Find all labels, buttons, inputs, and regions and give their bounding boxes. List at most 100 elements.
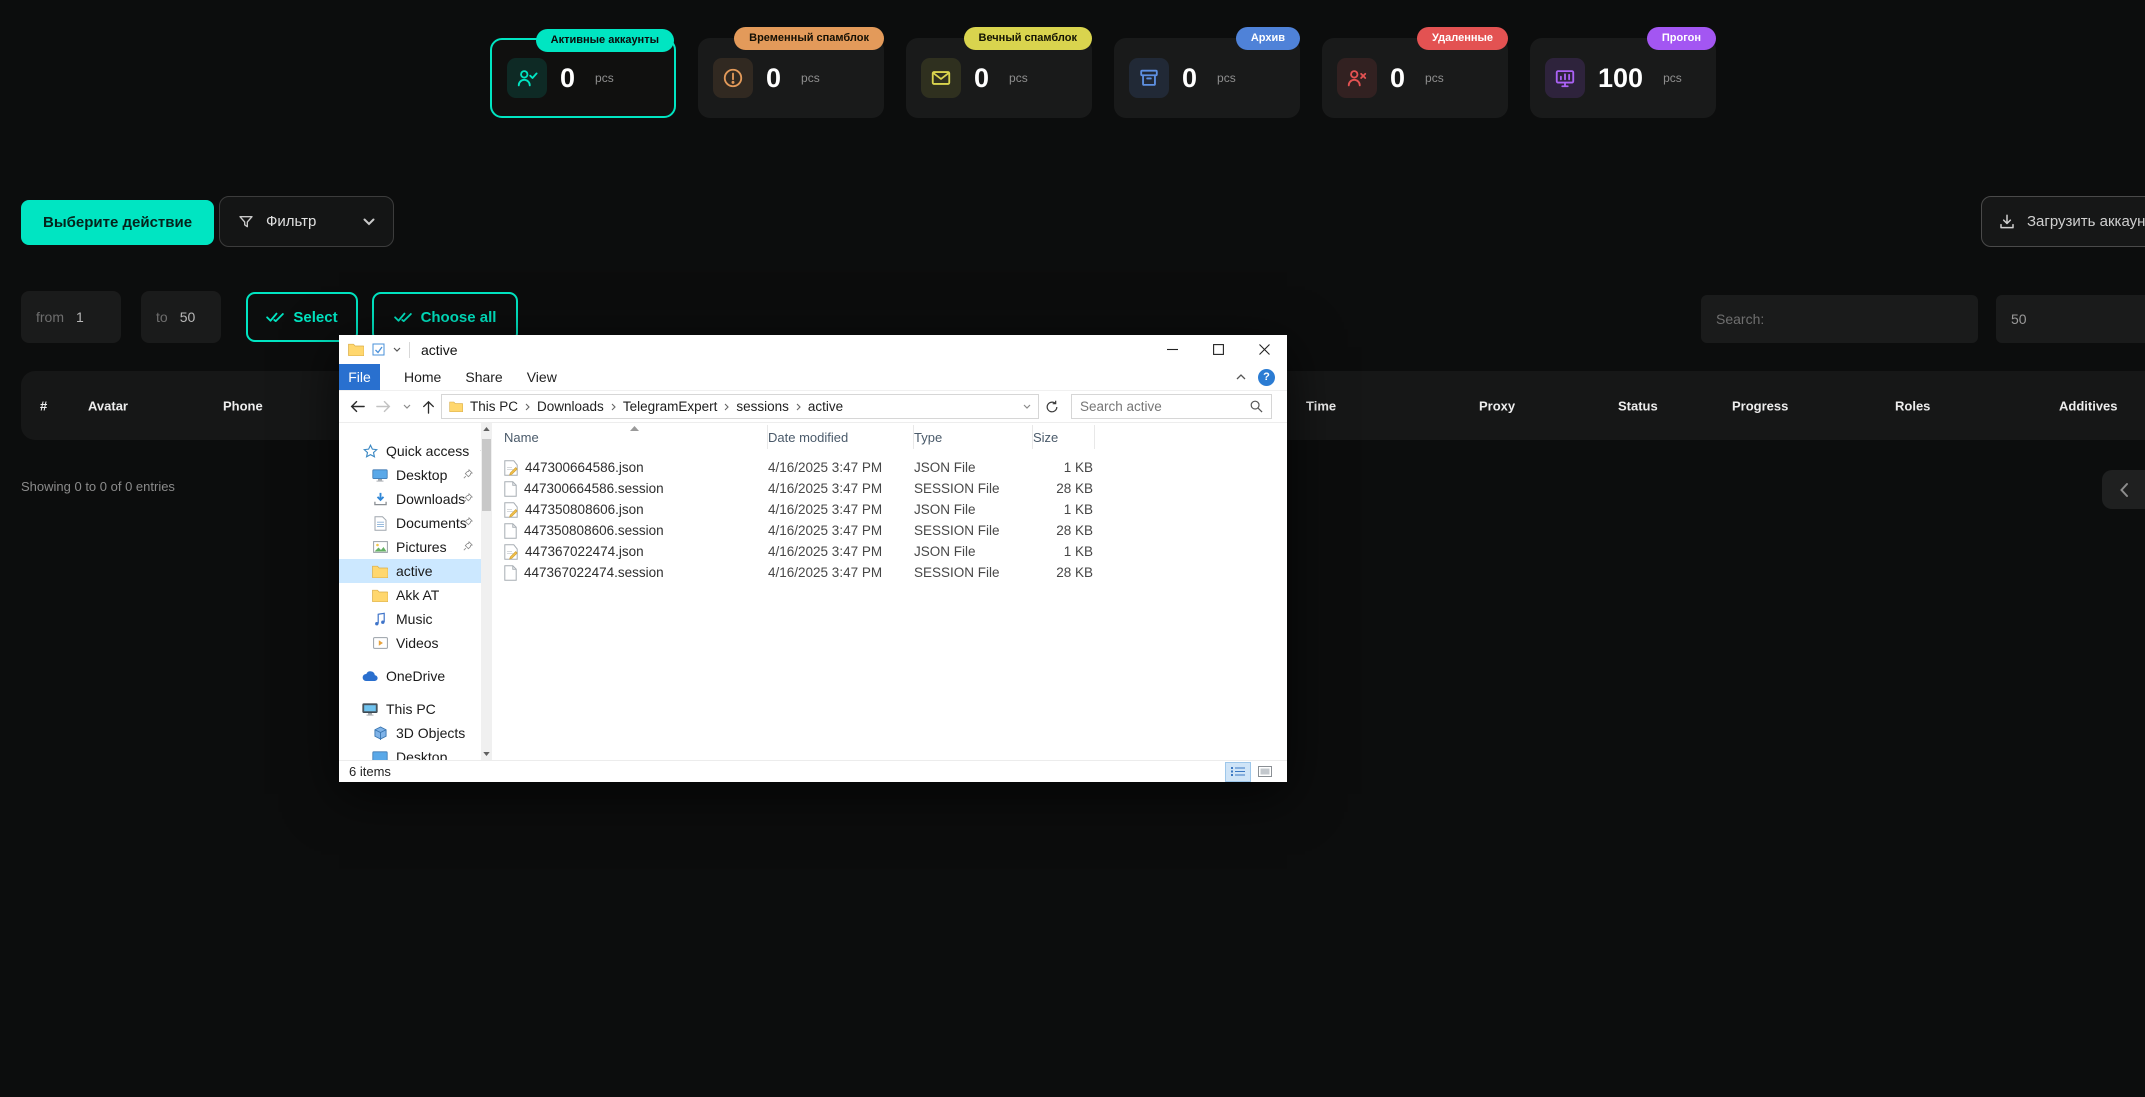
stat-unit: pcs bbox=[1663, 71, 1682, 85]
scroll-down-icon[interactable] bbox=[481, 748, 492, 760]
stat-card-perm-spamblock[interactable]: Вечный спамблок 0 pcs bbox=[906, 38, 1092, 118]
json-file-icon bbox=[504, 544, 518, 560]
stat-card-archive[interactable]: Архив 0 pcs bbox=[1114, 38, 1300, 118]
stat-card-temp-spamblock[interactable]: Временный спамблок 0 pcs bbox=[698, 38, 884, 118]
column-type[interactable]: Type bbox=[914, 425, 1033, 449]
up-icon[interactable] bbox=[422, 400, 435, 414]
sidebar-quick-access[interactable]: Quick access bbox=[339, 439, 481, 463]
address-dropdown-icon[interactable] bbox=[1023, 404, 1031, 409]
range-to-field[interactable]: to 50 bbox=[141, 291, 221, 343]
file-row[interactable]: 447367022474.json 4/16/2025 3:47 PM JSON… bbox=[492, 541, 1287, 562]
sidebar-item-videos[interactable]: Videos bbox=[339, 631, 481, 655]
breadcrumb-separator-icon bbox=[796, 403, 801, 411]
sidebar-label: This PC bbox=[386, 701, 436, 717]
chevron-down-icon[interactable] bbox=[393, 347, 401, 352]
column-size[interactable]: Size bbox=[1033, 425, 1095, 449]
sidebar-item-downloads[interactable]: Downloads bbox=[339, 487, 481, 511]
sidebar-item-documents[interactable]: Documents bbox=[339, 511, 481, 535]
column-time: Time bbox=[1306, 398, 1336, 413]
choose-action-button[interactable]: Выберите действие bbox=[21, 200, 214, 245]
sidebar-item-desktop[interactable]: Desktop bbox=[339, 463, 481, 487]
scrollbar[interactable] bbox=[481, 423, 492, 760]
prev-page-button[interactable] bbox=[2102, 470, 2145, 509]
sidebar-item-akk-at[interactable]: Akk AT bbox=[339, 583, 481, 607]
forward-icon[interactable] bbox=[376, 400, 392, 413]
file-row[interactable]: 447300664586.session 4/16/2025 3:47 PM S… bbox=[492, 478, 1287, 499]
quick-access-toolbar-icon[interactable] bbox=[372, 343, 385, 356]
file-row[interactable]: 447300664586.json 4/16/2025 3:47 PM JSON… bbox=[492, 457, 1287, 478]
breadcrumb-separator-icon bbox=[611, 403, 616, 411]
address-box[interactable]: This PC Downloads TelegramExpert session… bbox=[441, 394, 1039, 419]
file-row[interactable]: 447367022474.session 4/16/2025 3:47 PM S… bbox=[492, 562, 1287, 583]
breadcrumb-sessions[interactable]: sessions bbox=[733, 399, 792, 414]
sidebar-item-pictures[interactable]: Pictures bbox=[339, 535, 481, 559]
sidebar-item-desktop-pc[interactable]: Desktop bbox=[339, 745, 481, 760]
breadcrumb-downloads[interactable]: Downloads bbox=[534, 399, 607, 414]
window-title-bar[interactable]: active bbox=[339, 335, 1287, 364]
sort-ascending-icon bbox=[630, 426, 639, 431]
details-view-icon[interactable] bbox=[1226, 763, 1250, 781]
range-from-field[interactable]: from 1 bbox=[21, 291, 121, 343]
column-date-modified[interactable]: Date modified bbox=[768, 425, 914, 449]
page-size-select[interactable]: 50 bbox=[1996, 295, 2145, 343]
stats-row: Активные аккаунты 0 pcs Временный спамбл… bbox=[490, 38, 1716, 118]
stat-card-progon[interactable]: Прогон 100 pcs bbox=[1530, 38, 1716, 118]
sidebar-label: Desktop bbox=[396, 467, 447, 483]
file-name: 447367022474.session bbox=[524, 565, 664, 580]
folder-icon bbox=[371, 589, 389, 602]
user-x-icon bbox=[1337, 58, 1377, 98]
music-icon bbox=[371, 612, 389, 626]
upload-accounts-button[interactable]: Загрузить аккаунт bbox=[1981, 196, 2145, 247]
collapse-ribbon-icon[interactable] bbox=[1236, 374, 1246, 380]
explorer-search-box[interactable]: Search active bbox=[1071, 394, 1272, 419]
menu-file[interactable]: File bbox=[339, 364, 380, 390]
navigation-pane: Quick access Desktop bbox=[339, 423, 481, 760]
file-name: 447367022474.json bbox=[525, 544, 644, 559]
stat-card-deleted[interactable]: Удаленные 0 pcs bbox=[1322, 38, 1508, 118]
search-input[interactable] bbox=[1701, 295, 1978, 343]
sidebar-this-pc[interactable]: This PC bbox=[339, 697, 481, 721]
table-summary: Showing 0 to 0 of 0 entries bbox=[21, 479, 175, 494]
file-list: Name Date modified Type Size 44730066458… bbox=[492, 423, 1287, 760]
menu-share[interactable]: Share bbox=[465, 369, 502, 385]
minimize-button[interactable] bbox=[1149, 335, 1195, 364]
status-bar: 6 items bbox=[339, 760, 1287, 782]
stat-value: 0 bbox=[560, 63, 575, 94]
maximize-button[interactable] bbox=[1195, 335, 1241, 364]
file-size: 1 KB bbox=[1033, 544, 1095, 559]
stat-badge: Вечный спамблок bbox=[964, 27, 1093, 50]
stat-card-active-accounts[interactable]: Активные аккаунты 0 pcs bbox=[490, 38, 676, 118]
menu-view[interactable]: View bbox=[527, 369, 557, 385]
cube-icon bbox=[371, 726, 389, 740]
sidebar-item-3d-objects[interactable]: 3D Objects bbox=[339, 721, 481, 745]
stat-value: 0 bbox=[1182, 63, 1197, 94]
file-explorer-window: active File Home Share View bbox=[339, 335, 1287, 782]
stat-value: 0 bbox=[974, 63, 989, 94]
sidebar-item-active[interactable]: active bbox=[339, 559, 481, 583]
json-file-icon bbox=[504, 460, 518, 476]
thumbnails-view-icon[interactable] bbox=[1253, 763, 1277, 781]
file-row[interactable]: 447350808606.session 4/16/2025 3:47 PM S… bbox=[492, 520, 1287, 541]
sidebar-item-music[interactable]: Music bbox=[339, 607, 481, 631]
scrollbar-thumb[interactable] bbox=[482, 439, 491, 511]
refresh-icon[interactable] bbox=[1039, 394, 1065, 419]
back-icon[interactable] bbox=[349, 400, 365, 413]
file-name: 447300664586.session bbox=[524, 481, 664, 496]
sidebar-onedrive[interactable]: OneDrive bbox=[339, 664, 481, 688]
breadcrumb-active[interactable]: active bbox=[805, 399, 846, 414]
menu-home[interactable]: Home bbox=[404, 369, 441, 385]
recent-locations-icon[interactable] bbox=[403, 404, 411, 409]
filter-button[interactable]: Фильтр bbox=[219, 196, 394, 247]
archive-icon bbox=[1129, 58, 1169, 98]
to-label: to bbox=[156, 309, 168, 325]
file-modified: 4/16/2025 3:47 PM bbox=[768, 502, 914, 517]
funnel-icon bbox=[238, 214, 254, 230]
select-label: Select bbox=[293, 309, 337, 326]
file-size: 1 KB bbox=[1033, 460, 1095, 475]
help-icon[interactable]: ? bbox=[1258, 369, 1275, 386]
close-button[interactable] bbox=[1241, 335, 1287, 364]
breadcrumb-this-pc[interactable]: This PC bbox=[467, 399, 521, 414]
file-row[interactable]: 447350808606.json 4/16/2025 3:47 PM JSON… bbox=[492, 499, 1287, 520]
breadcrumb-telegramexpert[interactable]: TelegramExpert bbox=[620, 399, 721, 414]
scroll-up-icon[interactable] bbox=[481, 423, 492, 435]
